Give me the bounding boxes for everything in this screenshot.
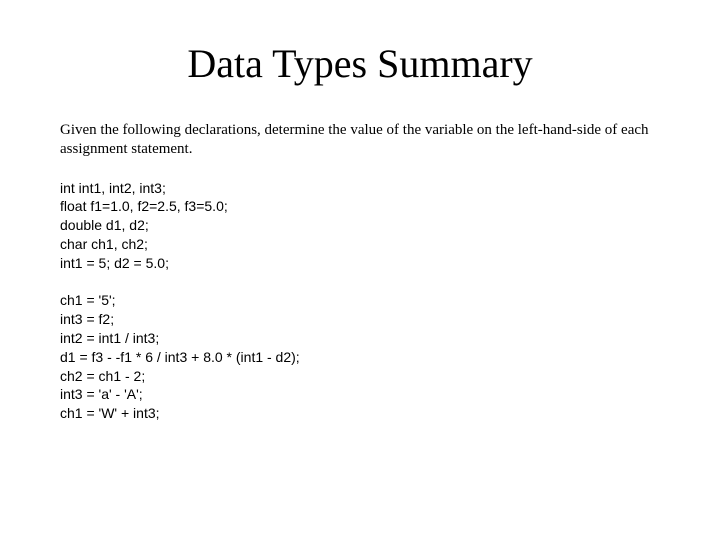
instruction-text: Given the following declarations, determ…: [60, 121, 660, 159]
slide: Data Types Summary Given the following d…: [0, 0, 720, 540]
declarations-block: int int1, int2, int3; float f1=1.0, f2=2…: [60, 179, 660, 273]
expressions-block: ch1 = '5'; int3 = f2; int2 = int1 / int3…: [60, 291, 660, 423]
page-title: Data Types Summary: [60, 40, 660, 87]
